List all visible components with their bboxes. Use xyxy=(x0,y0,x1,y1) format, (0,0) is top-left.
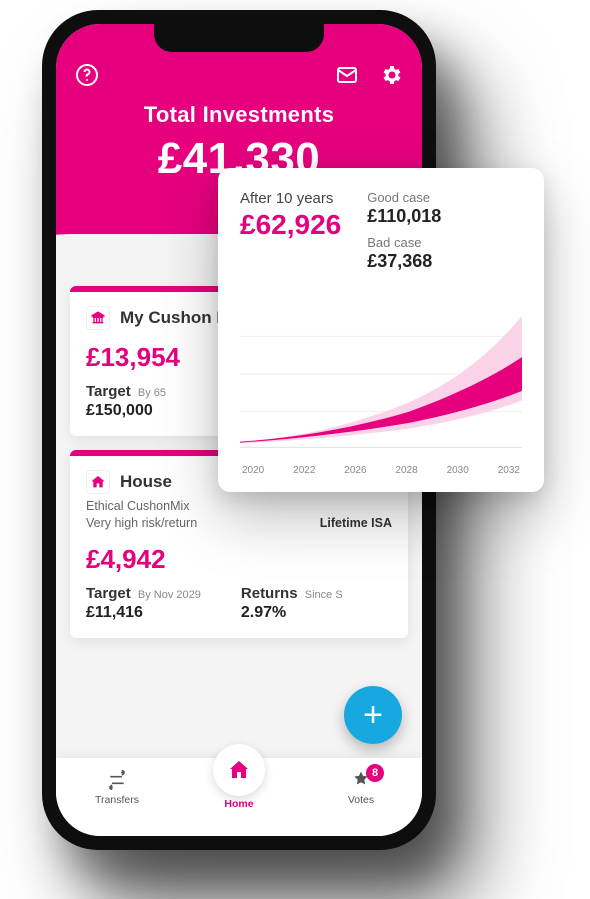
projection-card: After 10 years £62,926 Good case £110,01… xyxy=(218,168,544,492)
nav-transfers[interactable]: Transfers xyxy=(72,768,162,806)
returns-label: Returns xyxy=(241,585,298,602)
good-case-value: £110,018 xyxy=(367,206,441,227)
card-tag: Lifetime ISA xyxy=(320,515,392,532)
mail-icon[interactable] xyxy=(334,62,360,88)
votes-badge: 8 xyxy=(366,764,384,782)
target-by: By 65 xyxy=(138,387,166,399)
nav-label: Transfers xyxy=(72,794,162,806)
house-icon xyxy=(86,470,110,494)
card-amount: £4,942 xyxy=(86,544,392,575)
nav-votes[interactable]: 8 Votes xyxy=(316,768,406,806)
projection-main: £62,926 xyxy=(240,209,341,241)
bad-case-label: Bad case xyxy=(367,235,441,250)
chart-xticks: 2020 2022 2026 2028 2030 2032 xyxy=(240,465,522,476)
returns-since: Since S xyxy=(305,589,343,601)
transfers-icon xyxy=(107,770,127,793)
projection-period: After 10 years xyxy=(240,190,341,207)
nav-label: Home xyxy=(194,798,284,810)
target-value: £150,000 xyxy=(86,402,166,420)
nav-label: Votes xyxy=(316,794,406,806)
projection-chart: 2020 2022 2026 2028 2030 2032 xyxy=(240,294,522,476)
add-button[interactable]: + xyxy=(344,686,402,744)
nav-home[interactable]: Home xyxy=(194,768,284,810)
settings-icon[interactable] xyxy=(378,62,404,88)
bottom-nav: Transfers Home 8 Votes xyxy=(56,758,422,836)
good-case-label: Good case xyxy=(367,190,441,205)
target-label: Target xyxy=(86,383,131,400)
card-sub2: Very high risk/return xyxy=(86,515,197,532)
help-icon[interactable] xyxy=(74,62,100,88)
returns-value: 2.97% xyxy=(241,604,343,622)
card-title: House xyxy=(120,472,172,492)
bank-icon xyxy=(86,306,110,330)
home-icon xyxy=(213,744,265,796)
header-title: Total Investments xyxy=(56,102,422,128)
phone-notch xyxy=(154,24,324,52)
bad-case-value: £37,368 xyxy=(367,251,441,272)
target-by: By Nov 2029 xyxy=(138,589,201,601)
target-label: Target xyxy=(86,585,131,602)
target-value: £11,416 xyxy=(86,604,201,622)
card-sub1: Ethical CushonMix xyxy=(86,498,197,515)
